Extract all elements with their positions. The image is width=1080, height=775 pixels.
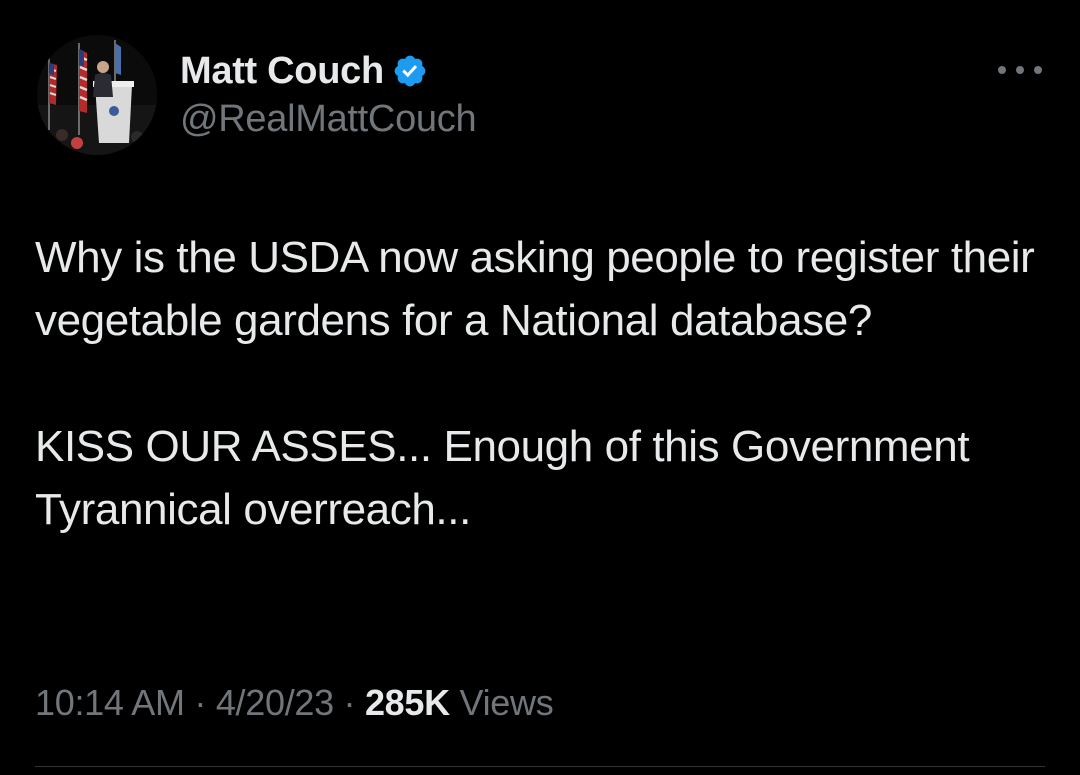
avatar-image bbox=[37, 35, 157, 155]
views-label: Views bbox=[459, 682, 554, 723]
divider bbox=[35, 766, 1045, 767]
more-options-icon[interactable] bbox=[998, 60, 1042, 80]
meta-separator: · bbox=[194, 682, 207, 723]
author-handle[interactable]: @RealMattCouch bbox=[180, 98, 477, 141]
tweet-meta: 10:14 AM · 4/20/23 · 285K Views bbox=[35, 682, 554, 724]
author-display-name[interactable]: Matt Couch bbox=[180, 50, 384, 93]
tweet-date[interactable]: 4/20/23 bbox=[216, 682, 334, 723]
tweet-paragraph-1: Why is the USDA now asking people to reg… bbox=[35, 233, 1035, 345]
tweet-card: Matt Couch @RealMattCouch Why is the USD… bbox=[0, 0, 1080, 775]
author-name-row: Matt Couch bbox=[180, 48, 476, 94]
verified-badge-icon bbox=[392, 53, 428, 89]
avatar[interactable] bbox=[37, 35, 157, 155]
meta-separator: · bbox=[343, 682, 356, 723]
more-dot bbox=[998, 66, 1006, 74]
tweet-time[interactable]: 10:14 AM bbox=[35, 682, 185, 723]
more-dot bbox=[1016, 66, 1024, 74]
more-dot bbox=[1034, 66, 1042, 74]
views-count[interactable]: 285K bbox=[365, 682, 450, 723]
tweet-paragraph-2: KISS OUR ASSES... Enough of this Governm… bbox=[35, 422, 970, 534]
author-block: Matt Couch @RealMattCouch bbox=[180, 48, 477, 141]
tweet-text: Why is the USDA now asking people to reg… bbox=[35, 226, 1045, 541]
